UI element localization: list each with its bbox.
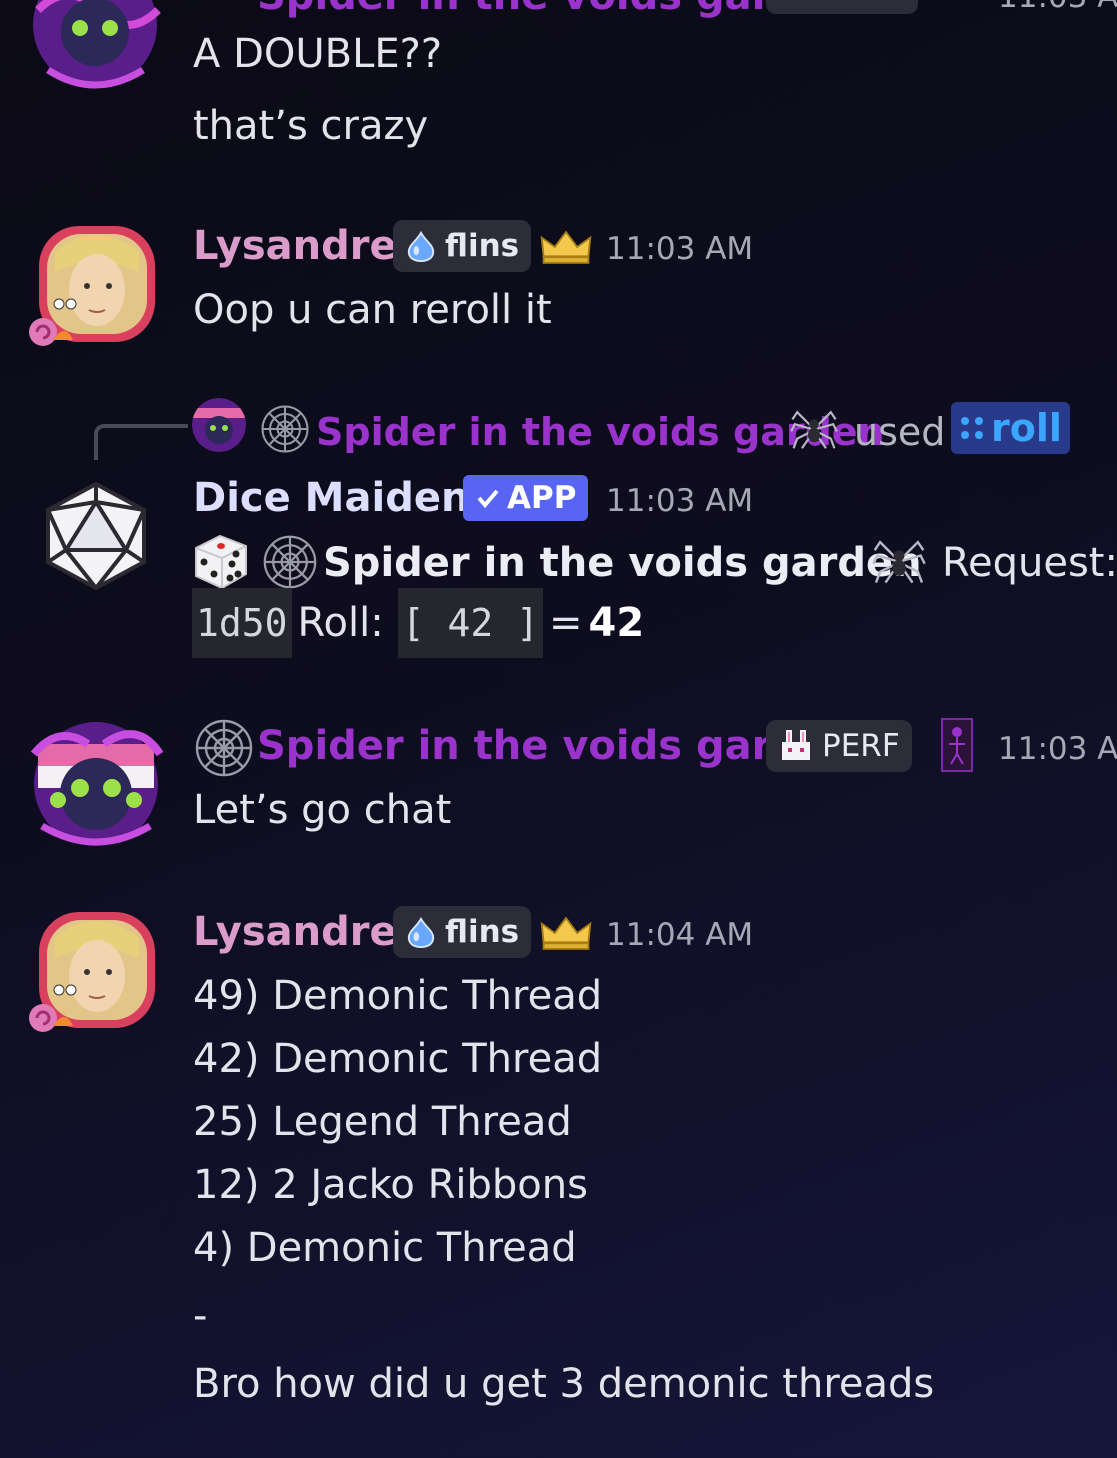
message-line: 12) 2 Jacko Ribbons — [193, 1162, 588, 1208]
roll-result-line: 1d50 Roll: [ 42 ] = 42 — [192, 588, 644, 658]
guild-tag-label: PERF — [822, 728, 900, 764]
dice-expression: 1d50 — [192, 588, 292, 658]
roll-requester-name: Spider in the voids garden — [323, 540, 922, 586]
spider-web-icon — [194, 718, 254, 778]
author-name-spider[interactable]: Spider in the voids gar... — [257, 726, 811, 766]
roll-label: Roll: — [297, 600, 384, 646]
role-tag-cut[interactable] — [766, 0, 918, 14]
avatar-spider[interactable] — [28, 714, 164, 854]
author-name-spider-top[interactable]: Spider in the voids gar... — [257, 0, 811, 16]
guild-tag-flins[interactable]: flins — [393, 906, 532, 958]
app-badge: APP — [463, 475, 589, 521]
roll-total: 42 — [588, 600, 645, 646]
slash-command-label: roll — [991, 406, 1062, 450]
reply-used-label: used — [854, 410, 946, 454]
message-line: 49) Demonic Thread — [193, 973, 603, 1019]
roll-values: [ 42 ] — [397, 588, 543, 658]
slash-command-roll[interactable]: roll — [951, 402, 1070, 454]
timestamp-top: 11:03 A — [998, 0, 1117, 13]
slash-command-icon — [961, 417, 983, 439]
droplet-icon — [405, 230, 437, 262]
author-name-lysandre[interactable]: Lysandre — [193, 226, 397, 266]
message-line: - — [193, 1293, 208, 1339]
avatar-lysandre[interactable] — [25, 222, 160, 352]
app-badge-label: APP — [507, 480, 577, 516]
crown-icon[interactable] — [538, 914, 594, 952]
guild-tag-label: flins — [445, 228, 520, 264]
droplet-icon — [405, 916, 437, 948]
message-line: 4) Demonic Thread — [193, 1225, 577, 1271]
guild-tag-label: flins — [445, 914, 520, 950]
timestamp: 11:03 AM — [606, 231, 754, 267]
spider-emoji-icon — [790, 404, 838, 454]
roll-request-label: Request: — [942, 540, 1117, 586]
spider-emoji-icon — [872, 532, 926, 590]
avatar-spider-top[interactable] — [28, 0, 163, 95]
message-line: 42) Demonic Thread — [193, 1036, 603, 1082]
timestamp: 11:03 AM — [998, 731, 1117, 767]
timestamp: 11:03 AM — [606, 483, 754, 519]
author-name-dice-maiden[interactable]: Dice Maiden — [193, 478, 469, 518]
check-icon — [477, 489, 499, 509]
message-line: that’s crazy — [193, 103, 429, 149]
message-text: Let’s go chat — [193, 787, 452, 833]
guild-tag-perf[interactable]: PERF — [766, 720, 912, 772]
dice-emoji-icon — [195, 534, 247, 590]
reply-avatar[interactable] — [192, 398, 246, 452]
message-text: Oop u can reroll it — [193, 287, 552, 333]
spider-web-icon — [260, 404, 310, 454]
tarot-card-icon[interactable] — [941, 718, 973, 772]
message-line: Bro how did u get 3 demonic threads — [193, 1361, 935, 1407]
bunny-icon — [782, 730, 810, 760]
avatar-dice-maiden[interactable] — [40, 480, 152, 592]
timestamp: 11:04 AM — [606, 917, 754, 953]
message-line: A DOUBLE?? — [193, 31, 443, 77]
crown-icon[interactable] — [538, 228, 594, 266]
avatar-lysandre[interactable] — [25, 908, 160, 1038]
reply-connector — [94, 424, 188, 460]
guild-tag-flins[interactable]: flins — [393, 220, 532, 272]
spider-web-icon — [262, 534, 318, 590]
message-line: 25) Legend Thread — [193, 1099, 572, 1145]
author-name-lysandre[interactable]: Lysandre — [193, 912, 397, 952]
equals-sign: = — [548, 600, 583, 646]
